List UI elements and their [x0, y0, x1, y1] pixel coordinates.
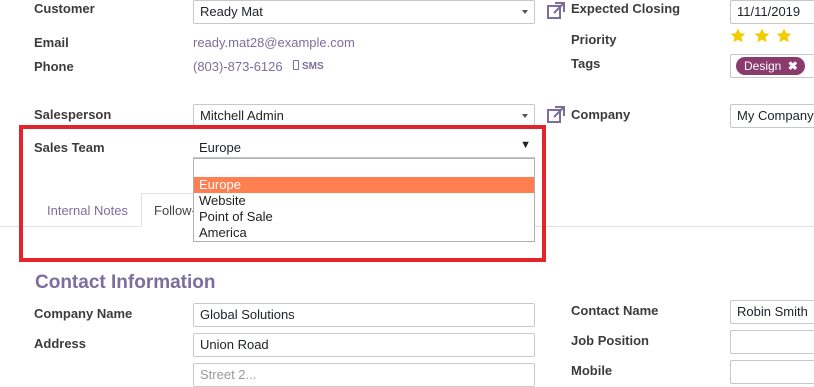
salesperson-value: Mitchell Admin: [200, 108, 284, 123]
customer-value: Ready Mat: [200, 4, 263, 19]
highlight-annotation: [19, 125, 546, 262]
customer-label: Customer: [34, 1, 95, 16]
company-value: My Company: [737, 108, 814, 123]
street-field[interactable]: Union Road: [193, 333, 535, 357]
phone-label: Phone: [34, 59, 74, 74]
chevron-down-icon: [522, 114, 528, 118]
customer-field[interactable]: Ready Mat: [193, 0, 535, 24]
phone-link[interactable]: (803)-873-6126: [193, 59, 283, 74]
star-icon[interactable]: [775, 27, 793, 45]
contact-name-label: Contact Name: [571, 303, 659, 318]
email-label: Email: [34, 35, 69, 50]
job-position-field[interactable]: [730, 330, 814, 354]
external-link-icon[interactable]: [546, 105, 566, 128]
contact-name-value: Robin Smith: [737, 304, 808, 319]
company-label: Company: [571, 107, 631, 122]
street-value: Union Road: [200, 337, 269, 352]
sms-button[interactable]: SMS: [293, 60, 324, 72]
expected-closing-field[interactable]: 11/11/2019: [730, 0, 814, 24]
tags-label: Tags: [571, 56, 601, 71]
contact-name-field[interactable]: Robin Smith: [730, 300, 814, 324]
close-icon[interactable]: ✖: [788, 59, 798, 73]
tag-label: Design: [744, 59, 782, 73]
sms-label: SMS: [302, 61, 324, 72]
priority-label: Priority: [571, 32, 617, 47]
company-name-field[interactable]: Global Solutions: [193, 303, 535, 327]
company-name-value: Global Solutions: [200, 307, 295, 322]
star-icon[interactable]: [753, 27, 771, 45]
contact-section-title: Contact Information: [35, 272, 216, 293]
mobile-label: Mobile: [571, 363, 613, 378]
priority-stars[interactable]: [729, 27, 793, 47]
expected-closing-value: 11/11/2019: [737, 4, 801, 19]
star-icon[interactable]: [729, 27, 747, 45]
mobile-field[interactable]: [730, 360, 814, 384]
mobile-icon: [293, 60, 299, 70]
chevron-down-icon: [522, 10, 528, 14]
company-name-label: Company Name: [34, 306, 133, 321]
salesperson-label: Salesperson: [34, 107, 112, 122]
street2-field[interactable]: Street 2...: [193, 363, 535, 387]
street2-placeholder: Street 2...: [200, 367, 257, 382]
tags-field[interactable]: Design ✖: [730, 54, 814, 78]
expected-closing-label: Expected Closing: [571, 1, 681, 16]
email-link[interactable]: ready.mat28@example.com: [193, 35, 355, 50]
external-link-icon[interactable]: [546, 1, 566, 24]
address-label: Address: [34, 336, 87, 351]
tag-badge[interactable]: Design ✖: [736, 57, 805, 75]
company-field[interactable]: My Company: [730, 104, 814, 128]
job-position-label: Job Position: [571, 333, 649, 348]
